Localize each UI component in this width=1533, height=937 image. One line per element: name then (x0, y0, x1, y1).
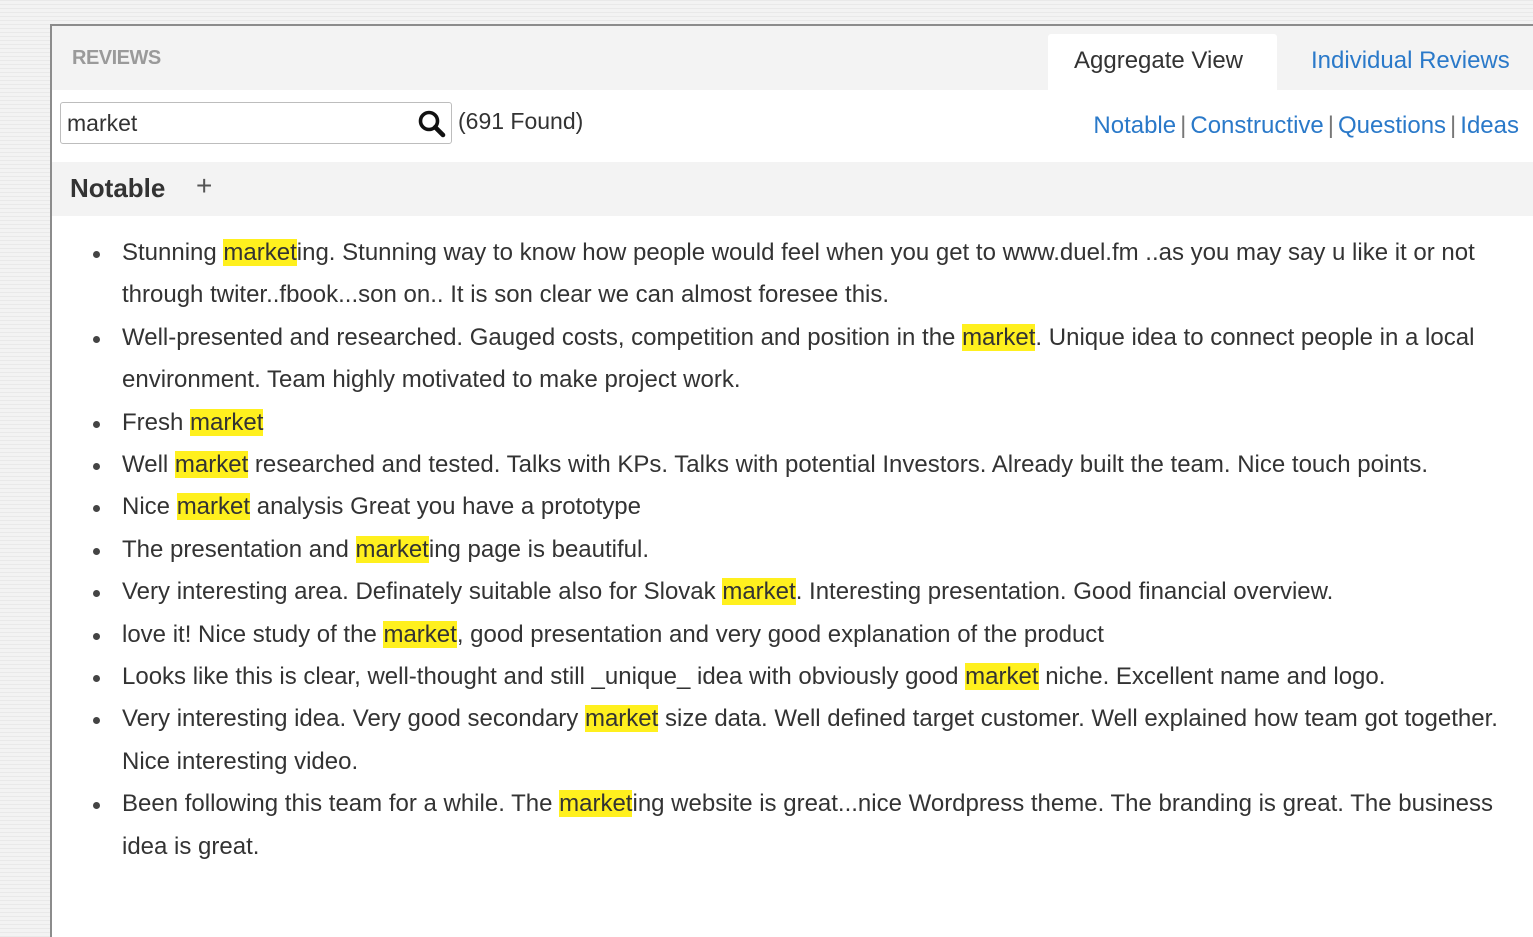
search-match-highlight: market (584, 705, 659, 733)
tab-individual-reviews[interactable]: Individual Reviews (1285, 34, 1533, 90)
review-text-before: Fresh (122, 408, 191, 436)
filter-links: Notable | Constructive | Questions | Ideas (1093, 112, 1519, 140)
review-text-after: . Interesting presentation. Good financi… (795, 578, 1334, 606)
review-text-before: Well-presented and researched. Gauged co… (122, 323, 963, 351)
review-text-after: analysis Great you have a prototype (250, 493, 641, 521)
search-match-highlight: market (965, 663, 1039, 691)
review-item: love it! Nice study of the market, good … (93, 614, 1502, 656)
search-match-highlight: market (355, 535, 429, 563)
search-match-highlight: market (223, 239, 297, 266)
review-item: Very interesting area. Definately suitab… (93, 571, 1502, 613)
filter-link-notable[interactable]: Notable (1093, 112, 1176, 139)
review-item: Very interesting idea. Very good seconda… (93, 698, 1502, 783)
search-match-highlight: market (383, 620, 457, 648)
review-text-before: Stunning (122, 239, 224, 266)
filter-separator: | (1327, 112, 1334, 139)
review-text-before: Looks like this is clear, well-thought a… (122, 663, 966, 691)
reviews-panel: REVIEWS Aggregate View Individual Review… (50, 24, 1533, 937)
search-match-highlight: market (559, 790, 633, 818)
review-text-before: Been following this team for a while. Th… (122, 790, 560, 818)
search-icon[interactable] (417, 109, 447, 139)
review-item: Nice market analysis Great you have a pr… (93, 486, 1502, 528)
search-match-highlight: market (190, 408, 264, 436)
filter-link-ideas[interactable]: Ideas (1460, 112, 1519, 139)
review-list: Stunning marketing. Stunning way to know… (52, 232, 1533, 868)
review-text-before: Well (122, 451, 175, 479)
review-text-after: niche. Excellent name and logo. (1038, 663, 1386, 691)
search-row: (691 Found) Notable|Constructive|Questio… (52, 90, 1533, 162)
review-item: Been following this team for a while. Th… (93, 783, 1502, 868)
review-text-before: Very interesting area. Definately suitab… (122, 578, 723, 606)
results-count: (691 Found) (458, 108, 584, 134)
review-text-before: Very interesting idea. Very good seconda… (122, 705, 585, 733)
review-item: Looks like this is clear, well-thought a… (93, 656, 1502, 698)
review-text-after: researched and tested. Talks with KPs. T… (248, 451, 1428, 479)
plus-icon[interactable]: + (196, 170, 212, 202)
reviews-header: REVIEWS Aggregate View Individual Review… (52, 26, 1533, 90)
filter-link-questions[interactable]: Questions (1338, 112, 1446, 139)
section-title: Notable (70, 173, 166, 203)
filter-link-constructive[interactable]: Constructive (1190, 112, 1323, 139)
review-text-after: ing. Stunning way to know how people wou… (122, 239, 1475, 309)
search-match-highlight: market (174, 451, 249, 479)
review-text-after: ing page is beautiful. (428, 535, 650, 563)
tab-aggregate-view[interactable]: Aggregate View (1048, 34, 1277, 90)
search-match-highlight: market (962, 323, 1036, 351)
search-box (60, 102, 452, 144)
review-text-after: , good presentation and very good explan… (456, 620, 1104, 648)
review-item: Fresh market (93, 402, 1502, 444)
review-item: Well market researched and tested. Talks… (93, 444, 1502, 486)
search-match-highlight: market (722, 578, 796, 606)
review-item: Stunning marketing. Stunning way to know… (93, 232, 1502, 317)
review-text-before: Nice (122, 493, 177, 521)
filter-separator: | (1450, 112, 1457, 139)
notable-section-header: Notable + (52, 162, 1533, 216)
review-item: Well-presented and researched. Gauged co… (93, 317, 1502, 402)
review-text-before: The presentation and (122, 535, 356, 563)
reviews-section-label: REVIEWS (72, 47, 161, 69)
review-text-before: love it! Nice study of the (122, 620, 384, 648)
search-input[interactable] (67, 107, 407, 139)
review-item: The presentation and marketing page is b… (93, 529, 1502, 571)
filter-separator: | (1180, 112, 1187, 139)
search-match-highlight: market (176, 493, 251, 521)
